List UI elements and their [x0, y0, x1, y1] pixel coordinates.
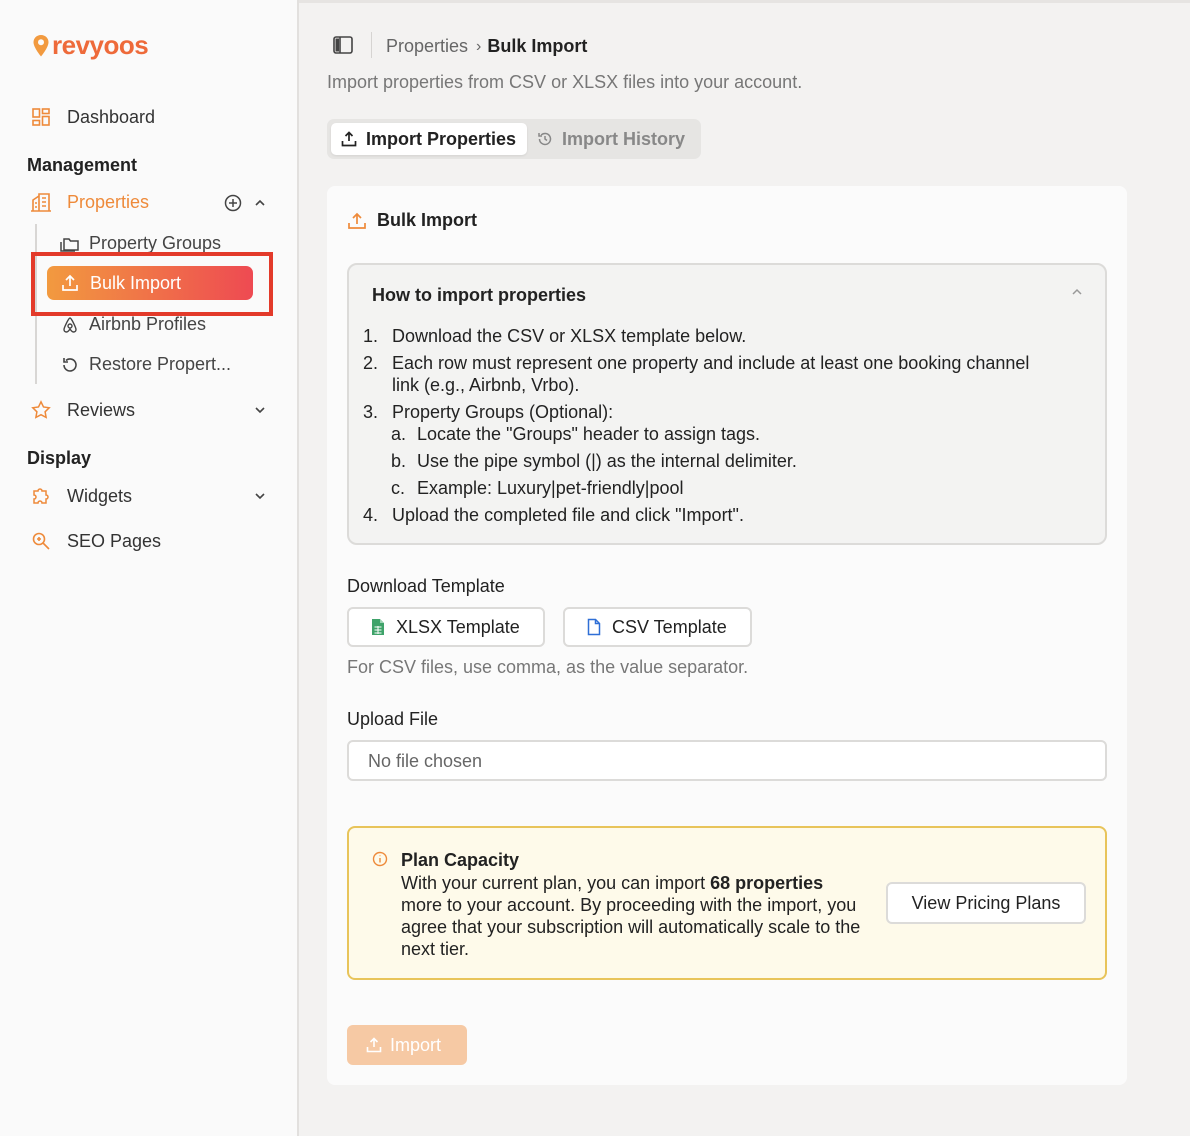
breadcrumb-chevron-icon: › [476, 37, 482, 55]
step-text: Property Groups (Optional): [392, 402, 614, 422]
sidebar-item-widgets[interactable]: Widgets [30, 485, 132, 507]
step-text: Each row must represent one property and… [392, 353, 1030, 373]
file-upload-input[interactable]: No file chosen [347, 740, 1107, 781]
view-pricing-plans-button[interactable]: View Pricing Plans [886, 882, 1086, 924]
seo-search-icon [30, 530, 52, 552]
download-template-label: Download Template [347, 576, 505, 596]
list-item: 4. Upload the completed file and click "… [349, 504, 744, 526]
tab-import-history[interactable]: Import History [527, 123, 695, 155]
breadcrumb-current: Bulk Import [487, 36, 588, 56]
list-item: 2. Each row must represent one property … [349, 352, 1029, 396]
plan-capacity-title: Plan Capacity [401, 850, 520, 870]
brand-logo[interactable]: revyoos [32, 30, 149, 61]
tab-import-properties[interactable]: Import Properties [331, 123, 527, 155]
button-label: Import [390, 1034, 442, 1055]
step-text: Download the CSV or XLSX template below. [392, 326, 747, 346]
sidebar-item-label: Dashboard [67, 106, 156, 127]
location-pin-icon [33, 34, 49, 56]
list-item: a. Locate the "Groups" header to assign … [391, 423, 760, 445]
sidebar-item-label: Property Groups [89, 233, 222, 253]
sidebar-item-seo-pages[interactable]: SEO Pages [30, 530, 161, 552]
sidebar-item-label: Widgets [67, 485, 133, 506]
card-title-text: Bulk Import [377, 210, 478, 230]
add-property-icon[interactable] [224, 194, 242, 217]
step-number: 2. [362, 353, 378, 373]
step-number: 1. [362, 326, 378, 346]
page-description: Import properties from CSV or XLSX files… [327, 72, 803, 92]
info-icon [372, 851, 388, 867]
howto-title[interactable]: How to import properties [372, 285, 586, 306]
tab-list: Import Properties Import History [327, 119, 701, 159]
tab-label: Import History [562, 128, 686, 149]
airbnb-icon [60, 315, 80, 335]
sidebar: revyoos Dashboard Management Properties … [0, 0, 299, 1136]
dashboard-grid-icon [30, 106, 52, 128]
bulk-import-card: Bulk Import How to import properties 1. … [327, 186, 1127, 1085]
upload-icon [366, 1037, 382, 1053]
upload-file-label: Upload File [347, 709, 439, 729]
card-title: Bulk Import [347, 210, 477, 231]
sidebar-item-dashboard[interactable]: Dashboard [30, 106, 155, 128]
list-item: b. Use the pipe symbol (|) as the intern… [391, 450, 797, 472]
sidebar-toggle-icon[interactable] [333, 36, 353, 54]
brand-name: revyoos [52, 30, 149, 60]
section-heading-management: Management [27, 155, 138, 175]
csv-template-button[interactable]: CSV Template [563, 607, 752, 647]
sidebar-item-property-groups[interactable]: Property Groups [60, 233, 221, 254]
upload-icon [341, 131, 357, 147]
step-text: Upload the completed file and click "Imp… [392, 505, 744, 525]
xlsx-template-button[interactable]: XLSX Template [347, 607, 545, 647]
building-icon [30, 191, 52, 213]
chevron-down-icon[interactable] [254, 489, 266, 507]
list-item: c. Example: Luxury|pet-friendly|pool [391, 477, 683, 499]
substep-letter: b. [391, 451, 407, 471]
chevron-up-icon[interactable] [1071, 285, 1083, 301]
howto-accordion: How to import properties 1. Download the… [347, 263, 1107, 545]
substep-text: Example: Luxury|pet-friendly|pool [417, 478, 684, 498]
substep-text: Use the pipe symbol (|) as the internal … [417, 451, 797, 471]
plan-property-count: 68 properties [710, 873, 824, 893]
spreadsheet-file-icon [372, 619, 384, 635]
plan-text-part: more to your account. By proceeding with… [401, 895, 861, 959]
button-label: XLSX Template [396, 616, 520, 637]
document-file-icon [587, 618, 601, 636]
restore-icon [60, 355, 80, 375]
substep-text: Locate the "Groups" header to assign tag… [417, 424, 760, 444]
sidebar-item-label: Properties [67, 191, 150, 212]
substep-letter: a. [391, 424, 407, 444]
section-heading-display: Display [27, 448, 92, 468]
sidebar-item-airbnb-profiles[interactable]: Airbnb Profiles [60, 314, 206, 335]
import-button[interactable]: Import [347, 1025, 467, 1065]
csv-separator-hint: For CSV files, use comma, as the value s… [347, 657, 749, 677]
step-number: 3. [362, 402, 378, 422]
button-label: CSV Template [612, 616, 727, 637]
substep-letter: c. [391, 478, 406, 498]
breadcrumb: Properties › Bulk Import [386, 36, 587, 57]
step-number: 4. [362, 505, 378, 525]
sidebar-item-label: Airbnb Profiles [89, 314, 207, 334]
list-item: 3. Property Groups (Optional): [349, 401, 613, 423]
history-icon [537, 131, 553, 147]
breadcrumb-properties[interactable]: Properties [386, 36, 468, 57]
chevron-up-icon[interactable] [254, 196, 266, 214]
sidebar-item-label: SEO Pages [67, 530, 162, 551]
puzzle-icon [30, 485, 52, 507]
annotation-highlight-box [31, 252, 273, 316]
sidebar-item-reviews[interactable]: Reviews [30, 399, 135, 421]
sidebar-item-label: Reviews [67, 399, 136, 420]
tab-label: Import Properties [366, 128, 517, 149]
step-text-continued: link (e.g., Airbnb, Vrbo). [392, 375, 580, 395]
plan-capacity-notice: Plan Capacity With your current plan, yo… [347, 826, 1107, 980]
plan-text-part: With your current plan, you can import [401, 873, 711, 893]
star-icon [30, 399, 52, 421]
plan-capacity-text: With your current plan, you can import 6… [401, 872, 861, 960]
topbar-divider [371, 32, 372, 58]
sidebar-item-properties[interactable]: Properties [30, 191, 149, 213]
sidebar-item-restore-properties[interactable]: Restore Propert... [60, 354, 231, 375]
sidebar-item-label: Restore Propert... [89, 354, 232, 374]
chevron-down-icon[interactable] [254, 403, 266, 421]
folders-icon [60, 234, 80, 254]
list-item: 1. Download the CSV or XLSX template bel… [349, 325, 746, 347]
upload-icon [348, 212, 366, 229]
